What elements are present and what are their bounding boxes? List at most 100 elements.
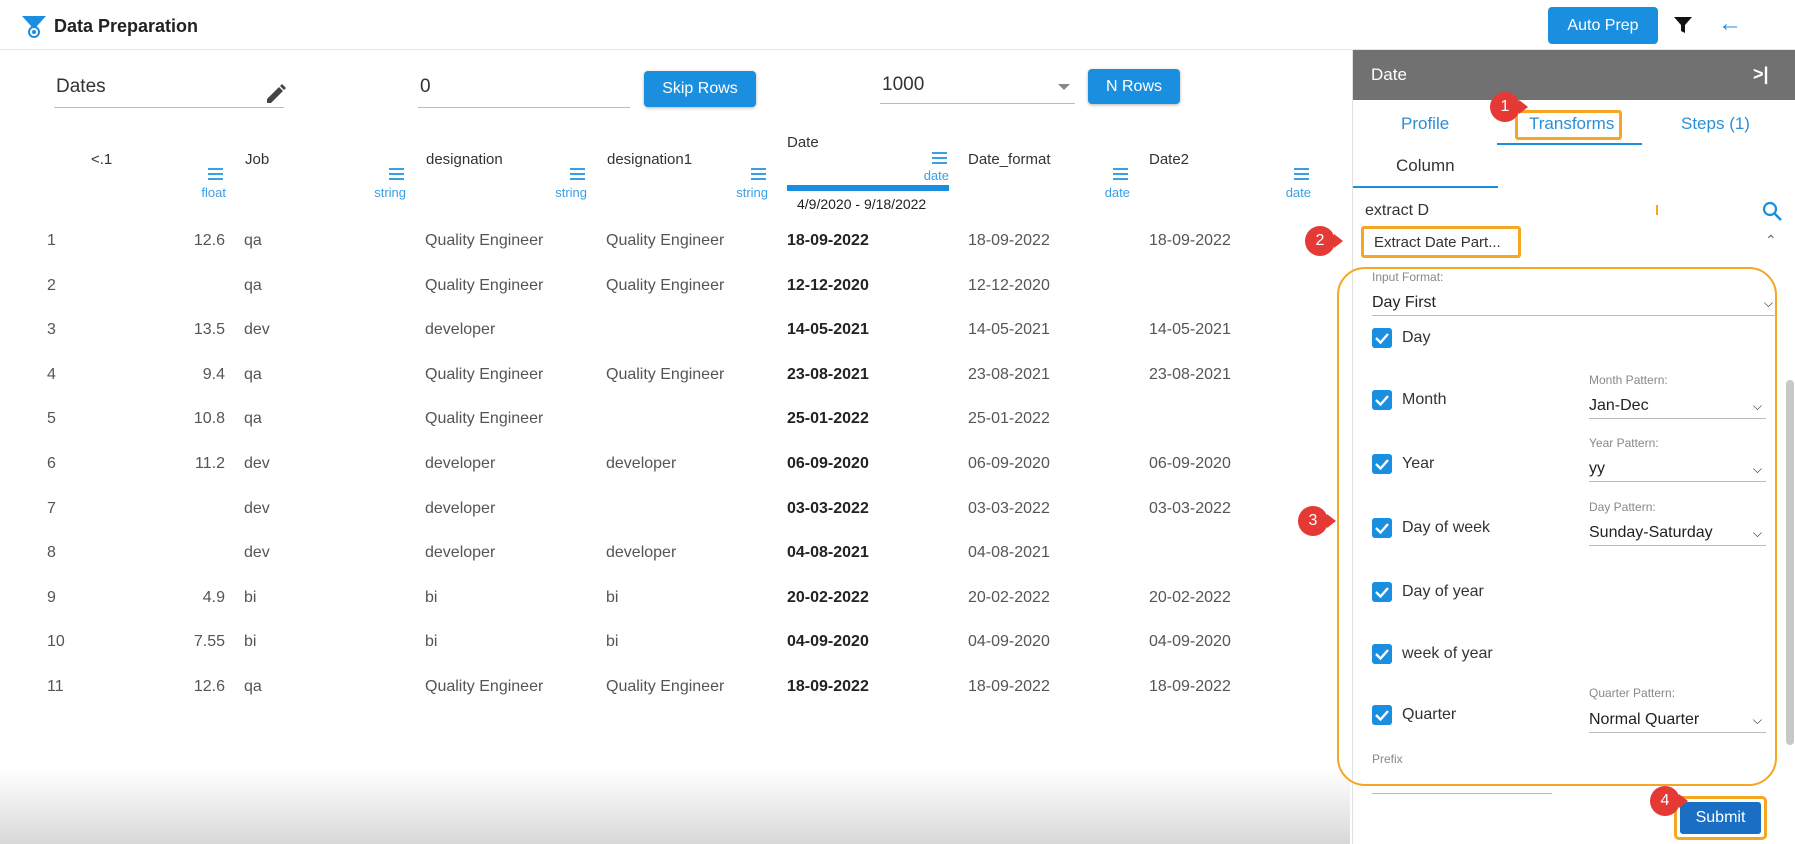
row-index: 6 xyxy=(47,455,56,472)
table-cell: Quality Engineer xyxy=(606,365,725,383)
transform-search-input[interactable]: extract D xyxy=(1365,202,1429,220)
table-cell: bi xyxy=(425,633,438,651)
n-rows-button[interactable]: N Rows xyxy=(1088,69,1180,104)
table-cell: 18-09-2022 xyxy=(1149,232,1231,249)
top-bar: Data Preparation Auto Prep ← xyxy=(0,0,1795,50)
column-header-date-format[interactable]: Date_format date xyxy=(968,125,1130,220)
table-cell: developer xyxy=(425,455,496,472)
edit-pencil-icon[interactable] xyxy=(264,82,288,106)
checkbox-checked-icon[interactable] xyxy=(1372,454,1392,474)
skip-rows-button[interactable]: Skip Rows xyxy=(644,71,756,107)
chevron-up-icon[interactable]: ⌃ xyxy=(1765,232,1777,249)
table-cell: 18-09-2022 xyxy=(787,232,869,249)
checkbox-checked-icon[interactable] xyxy=(1372,582,1392,602)
dataset-name-input[interactable]: Dates xyxy=(54,76,284,108)
column-menu-icon[interactable] xyxy=(1294,168,1309,180)
table-cell: 04-09-2020 xyxy=(1149,633,1231,651)
column-header-c1[interactable]: <.1 float xyxy=(88,125,228,220)
table-cell: 20-02-2022 xyxy=(787,588,869,606)
badge-pointer xyxy=(1519,100,1528,114)
step-badge-4: 4 xyxy=(1650,786,1680,816)
checkbox-checked-icon[interactable] xyxy=(1372,644,1392,664)
row-index: 2 xyxy=(47,276,56,294)
table-cell: Quality Engineer xyxy=(425,232,544,249)
table-cell: Quality Engineer xyxy=(606,678,725,695)
back-arrow-icon[interactable]: ← xyxy=(1718,10,1742,38)
filter-icon[interactable] xyxy=(1672,14,1694,36)
panel-scrollbar[interactable] xyxy=(1786,380,1794,745)
transform-panel: Date >| Profile Transforms Steps (1) Col… xyxy=(1337,50,1795,844)
submit-button[interactable]: Submit xyxy=(1680,802,1761,834)
table-cell: 18-09-2022 xyxy=(787,678,869,695)
date-range-label: 4/9/2020 - 9/18/2022 xyxy=(797,196,927,212)
table-cell: dev xyxy=(244,321,270,339)
table-cell: 03-03-2022 xyxy=(787,499,869,517)
row-index: 1 xyxy=(47,232,56,249)
month-pattern-select[interactable]: Jan-Dec ⌵ xyxy=(1589,397,1766,419)
checkbox-checked-icon[interactable] xyxy=(1372,705,1392,725)
year-pattern-select[interactable]: yy ⌵ xyxy=(1589,460,1766,482)
day-pattern-select[interactable]: Sunday-Saturday ⌵ xyxy=(1589,524,1766,546)
table-cell: 04-08-2021 xyxy=(787,544,869,562)
table-cell: 12-12-2020 xyxy=(787,276,869,294)
table-cell: Quality Engineer xyxy=(425,410,544,428)
auto-prep-button[interactable]: Auto Prep xyxy=(1548,7,1658,44)
column-header-date2[interactable]: Date2 date xyxy=(1149,125,1311,220)
table-cell: 14-05-2021 xyxy=(968,321,1050,339)
table-cell: Quality Engineer xyxy=(606,276,725,294)
column-menu-icon[interactable] xyxy=(389,168,404,180)
column-header-designation1[interactable]: designation1 string xyxy=(606,125,768,220)
table-cell: bi xyxy=(244,588,257,606)
table-cell: qa xyxy=(244,365,262,383)
input-format-select[interactable]: Day First ⌵ xyxy=(1372,294,1777,316)
checkbox-checked-icon[interactable] xyxy=(1372,328,1392,348)
step-badge-3: 3 xyxy=(1298,506,1328,536)
chevron-down-icon: ⌵ xyxy=(1752,526,1762,540)
column-menu-icon[interactable] xyxy=(932,152,947,164)
column-menu-icon[interactable] xyxy=(570,168,585,180)
table-cell: dev xyxy=(244,499,270,517)
row-index: 10 xyxy=(47,633,65,651)
skip-rows-input[interactable]: 0 xyxy=(418,76,630,108)
table-cell: 23-08-2021 xyxy=(968,365,1050,383)
table-cell: 18-09-2022 xyxy=(1149,678,1231,695)
column-header-job[interactable]: Job string xyxy=(244,125,406,220)
table-cell: 20-02-2022 xyxy=(1149,588,1231,606)
column-header-date[interactable]: Date date 4/9/2020 - 9/18/2022 xyxy=(787,125,949,220)
column-header-designation[interactable]: designation string xyxy=(425,125,587,220)
table-cell: developer xyxy=(425,544,496,562)
year-pattern-label: Year Pattern: xyxy=(1589,436,1659,450)
checkbox-checked-icon[interactable] xyxy=(1372,518,1392,538)
checkbox-checked-icon[interactable] xyxy=(1372,390,1392,410)
table-cell: 11.2 xyxy=(195,455,225,472)
input-format-label: Input Format: xyxy=(1372,270,1444,284)
table-cell: 04-09-2020 xyxy=(968,633,1050,651)
n-rows-select[interactable]: 1000 xyxy=(880,74,1075,104)
column-menu-icon[interactable] xyxy=(1113,168,1128,180)
app-logo-icon xyxy=(22,16,46,38)
table-cell: Quality Engineer xyxy=(606,232,725,249)
column-menu-icon[interactable] xyxy=(751,168,766,180)
quarter-pattern-select[interactable]: Normal Quarter ⌵ xyxy=(1589,711,1766,733)
extract-date-part-item[interactable]: Extract Date Part... xyxy=(1361,226,1521,258)
table-cell: 7.55 xyxy=(193,633,225,651)
collapse-panel-icon[interactable]: >| xyxy=(1753,64,1769,85)
table-cell: developer xyxy=(606,455,677,472)
row-index: 8 xyxy=(47,544,56,562)
table-cell: 23-08-2021 xyxy=(1149,365,1231,383)
subtab-column[interactable]: Column xyxy=(1396,156,1455,176)
dropdown-caret-icon[interactable] xyxy=(1058,84,1070,90)
table-cell: Quality Engineer xyxy=(425,365,544,383)
column-menu-icon[interactable] xyxy=(208,168,223,180)
chevron-down-icon: ⌵ xyxy=(1752,462,1762,476)
tab-profile[interactable]: Profile xyxy=(1401,114,1449,134)
table-cell: 23-08-2021 xyxy=(787,365,869,383)
table-cell: 25-01-2022 xyxy=(787,410,869,428)
search-icon[interactable] xyxy=(1761,200,1783,222)
panel-header: Date >| xyxy=(1353,50,1795,100)
table-cell: 14-05-2021 xyxy=(787,321,869,339)
table-cell: 04-08-2021 xyxy=(968,544,1050,562)
table-cell: bi xyxy=(425,588,438,606)
prefix-input[interactable] xyxy=(1372,793,1552,794)
tab-steps[interactable]: Steps (1) xyxy=(1681,114,1750,134)
